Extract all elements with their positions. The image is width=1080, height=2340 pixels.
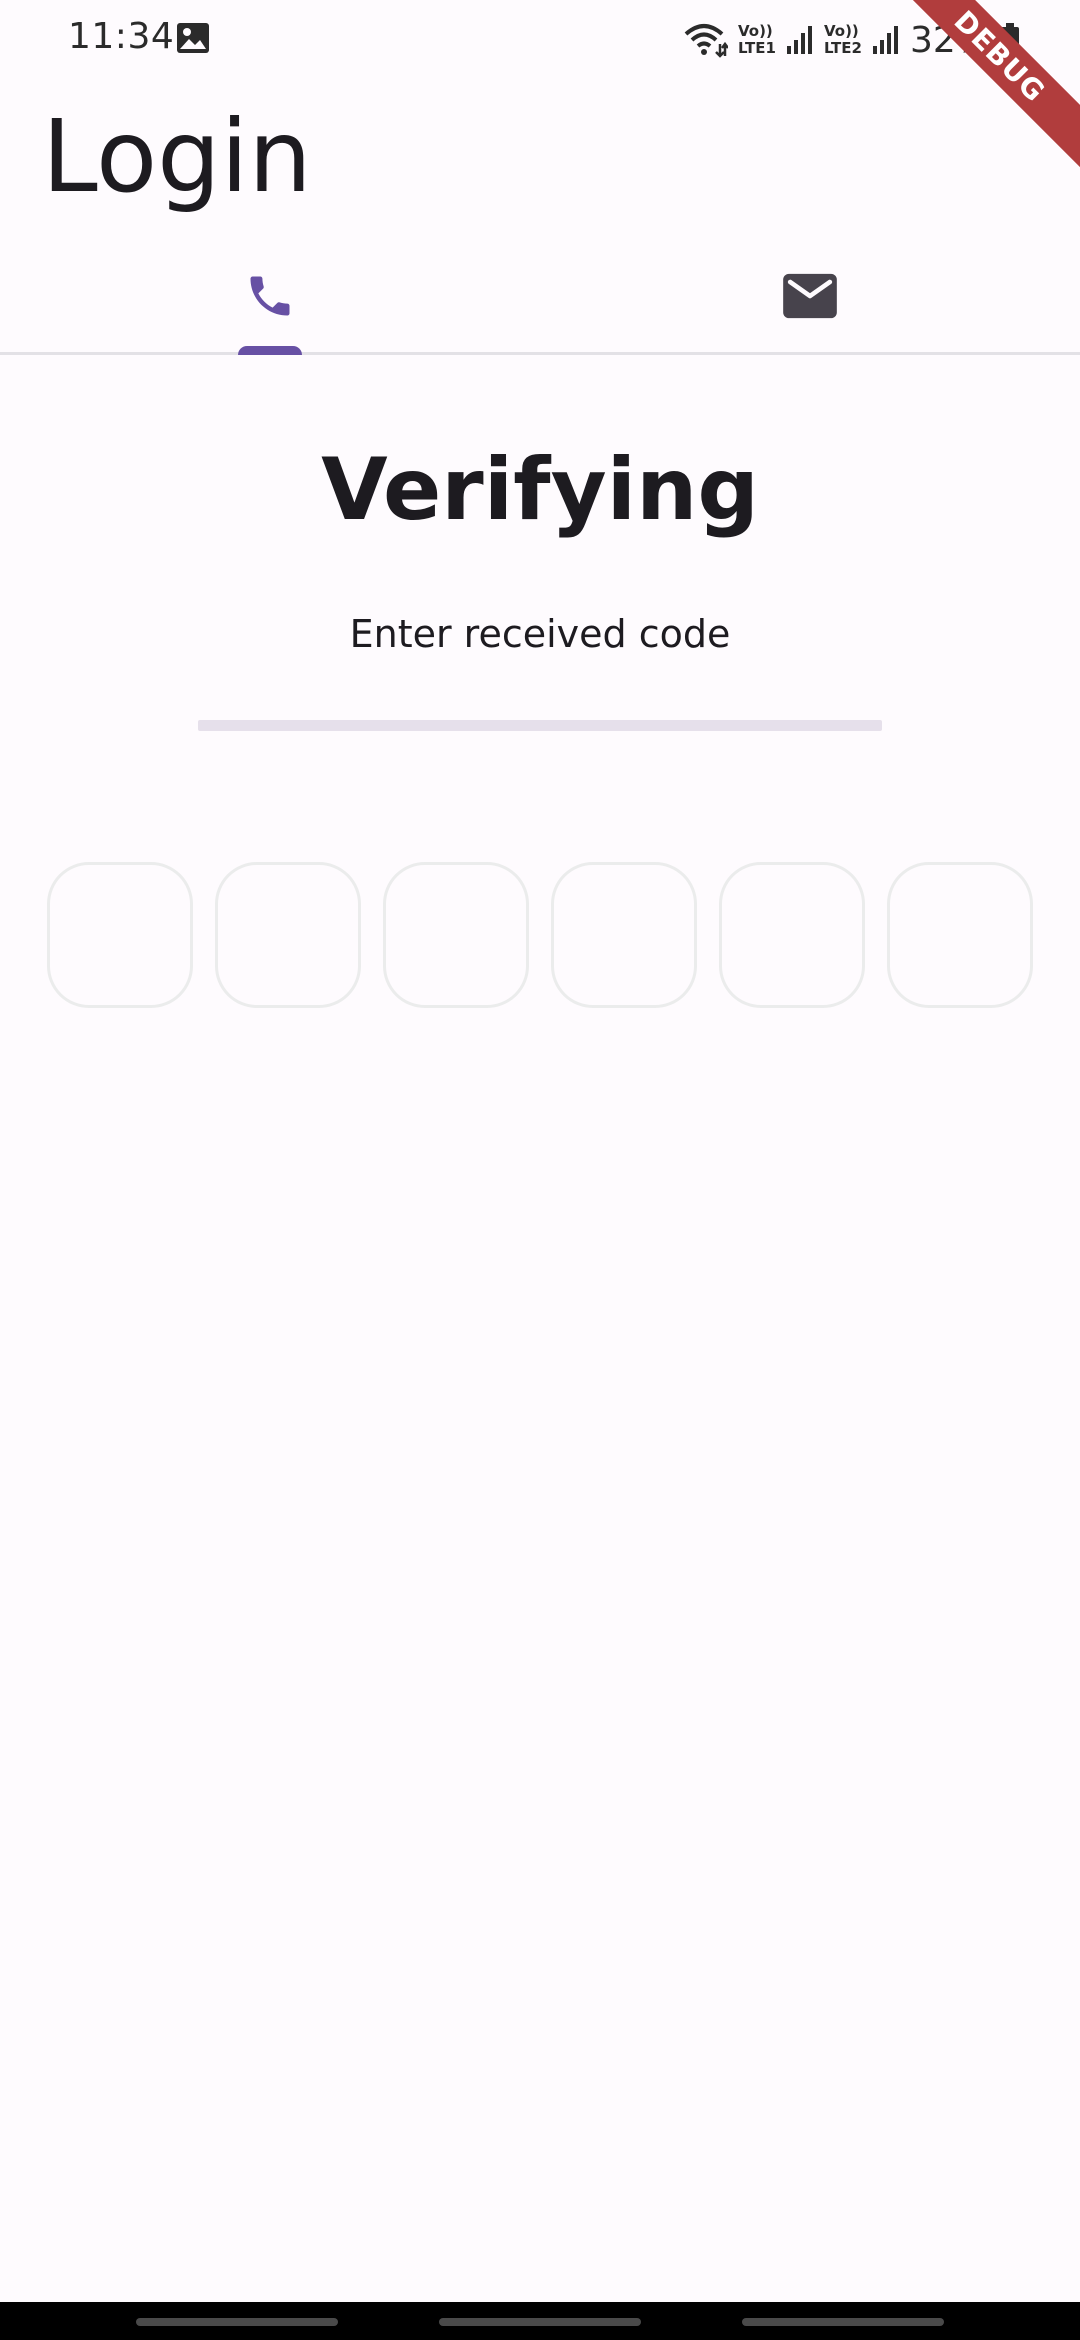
code-digit-input[interactable]	[719, 862, 865, 1008]
code-digit-input[interactable]	[47, 862, 193, 1008]
sim1-volte-label: Vo)) LTE1	[737, 22, 776, 57]
code-input-group	[47, 862, 1033, 1008]
gallery-notification-icon	[177, 23, 209, 53]
selected-tab-indicator	[238, 346, 302, 355]
phone-icon	[250, 276, 290, 316]
code-digit-input[interactable]	[383, 862, 529, 1008]
status-bar: 11:34 Vo)) LTE1 Vo)) LTE2 32%	[0, 0, 1080, 80]
signal-icon-sim1	[786, 26, 812, 54]
sim2-volte-label: Vo)) LTE2	[823, 22, 862, 57]
login-screen: 11:34 Vo)) LTE1 Vo)) LTE2 32% DEBUG Logi…	[0, 0, 1080, 2340]
verification-progress-bar	[198, 720, 882, 731]
status-time: 11:34	[68, 16, 175, 57]
email-icon	[783, 273, 837, 319]
login-method-tabs	[0, 240, 1080, 355]
code-digit-input[interactable]	[551, 862, 697, 1008]
tab-phone[interactable]	[0, 240, 540, 355]
nav-back-button[interactable]	[742, 2318, 944, 2326]
nav-recents-button[interactable]	[136, 2318, 338, 2326]
wifi-icon	[684, 24, 728, 58]
signal-icon-sim2	[872, 26, 898, 54]
nav-home-button[interactable]	[439, 2318, 641, 2326]
system-nav-bar	[0, 2302, 1080, 2340]
tab-email[interactable]	[540, 240, 1080, 352]
code-digit-input[interactable]	[215, 862, 361, 1008]
verification-title: Verifying	[321, 440, 759, 540]
code-digit-input[interactable]	[887, 862, 1033, 1008]
page-title: Login	[42, 98, 312, 215]
verification-subtitle: Enter received code	[349, 612, 731, 656]
